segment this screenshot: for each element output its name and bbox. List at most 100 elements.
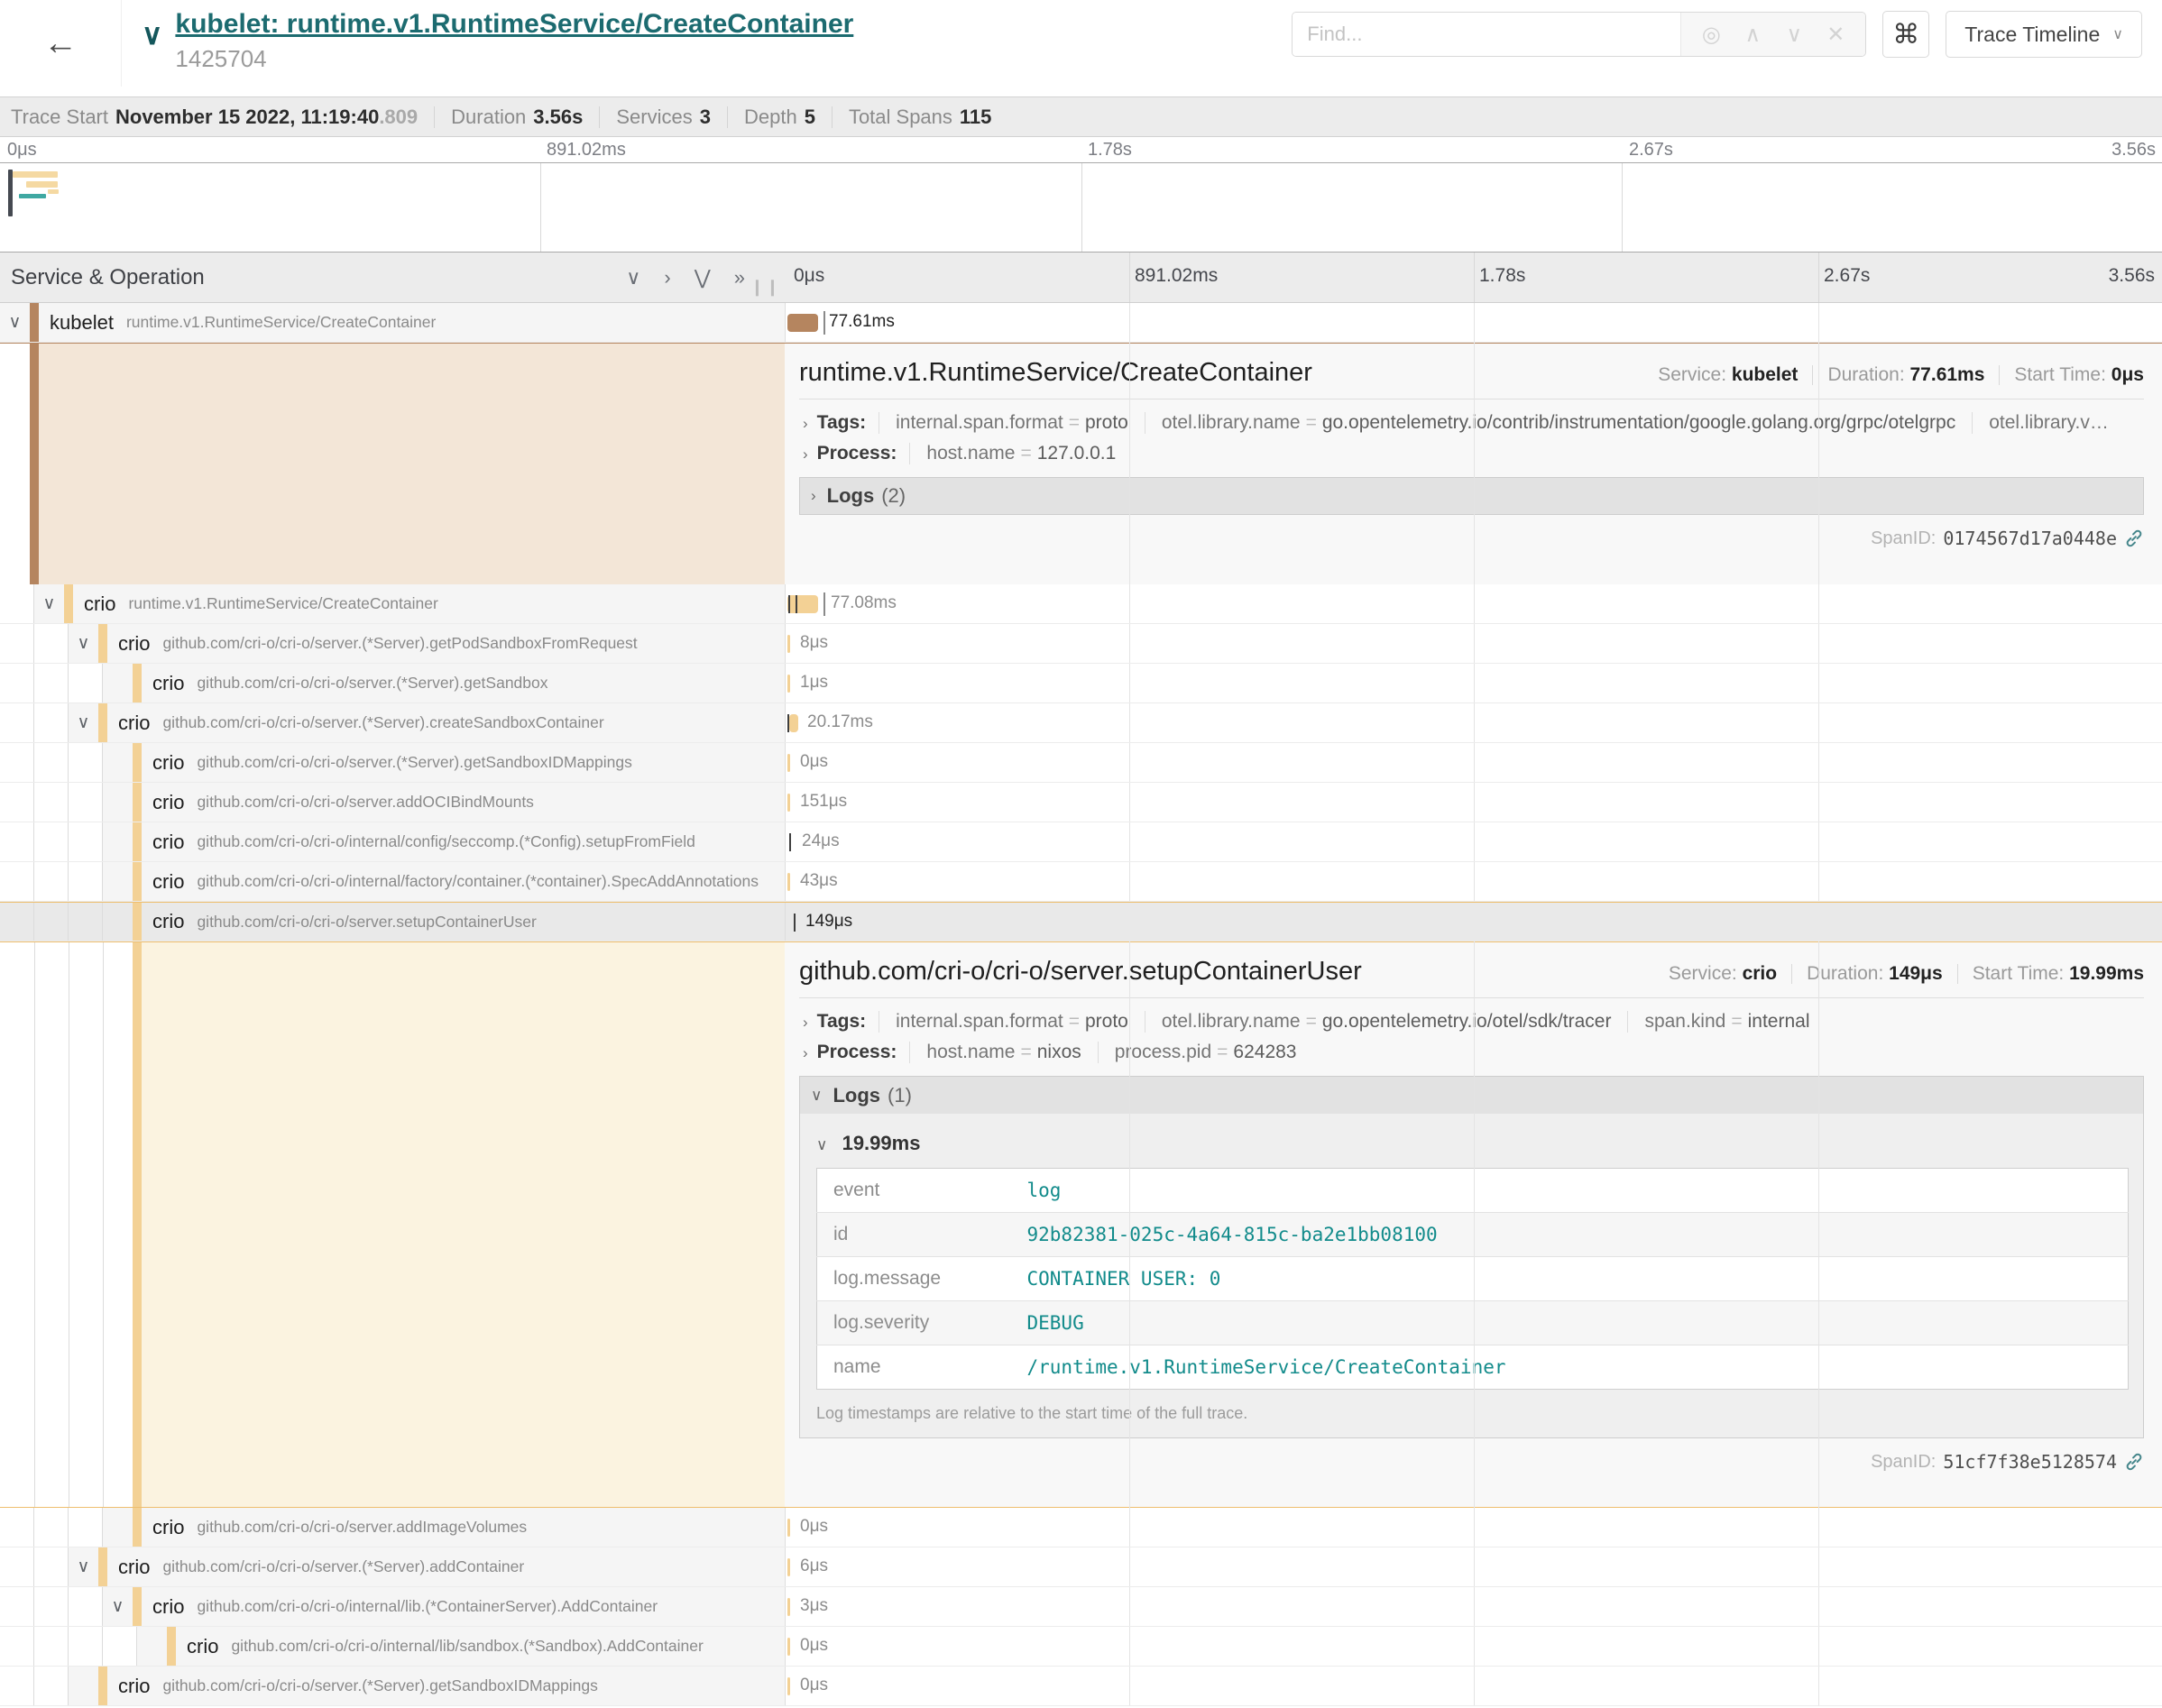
span-timeline-cell[interactable]: 151μs	[785, 783, 2162, 822]
span-row[interactable]: crio github.com/cri-o/cri-o/internal/fac…	[0, 862, 2162, 902]
expand-all-icon[interactable]: »	[734, 266, 745, 289]
span-bar[interactable]	[787, 1638, 790, 1656]
span-bar[interactable]	[789, 714, 798, 732]
tags-accordion[interactable]: › Tags: internal.span.format=proto otel.…	[799, 412, 2144, 434]
span-color-accent	[30, 303, 39, 342]
keyboard-shortcuts-button[interactable]: ⌘	[1882, 11, 1929, 58]
trace-minimap[interactable]	[0, 162, 2162, 253]
span-service-name: crio	[152, 672, 184, 695]
span-collapse-icon[interactable]: ∨	[34, 593, 64, 614]
span-timeline-cell[interactable]: 3μs	[785, 1587, 2162, 1626]
process-accordion[interactable]: › Process: host.name=nixos process.pid=6…	[799, 1042, 2144, 1063]
depth-label: Depth	[744, 106, 797, 129]
span-row[interactable]: ∨ crio runtime.v1.RuntimeService/CreateC…	[0, 584, 2162, 624]
link-icon[interactable]	[2124, 1452, 2144, 1472]
timeline-tick: 1.78s	[1479, 265, 1525, 287]
next-result-icon[interactable]: ∨	[1773, 22, 1815, 48]
span-operation-name: github.com/cri-o/cri-o/server.(*Server).…	[197, 674, 547, 693]
span-collapse-icon[interactable]: ∨	[69, 1556, 98, 1577]
span-color-accent	[133, 743, 142, 782]
span-timeline-cell[interactable]: 1μs	[785, 664, 2162, 702]
indent-guide	[34, 743, 69, 782]
span-bar[interactable]	[787, 595, 818, 613]
start-time-value: 19.99ms	[2069, 963, 2144, 985]
span-collapse-icon[interactable]: ∨	[69, 712, 98, 733]
indent-guide	[0, 664, 34, 702]
span-operation-name: runtime.v1.RuntimeService/CreateContaine…	[126, 313, 436, 332]
span-collapse-icon[interactable]: ∨	[0, 312, 30, 333]
span-timeline-cell[interactable]: 8μs	[785, 624, 2162, 663]
span-bar[interactable]	[787, 1519, 790, 1537]
indent-guide	[69, 1587, 103, 1626]
span-bar[interactable]	[787, 1598, 790, 1616]
chevron-down-icon: ∨	[2112, 25, 2123, 43]
expand-one-icon[interactable]: ›	[664, 266, 670, 289]
log-entry-toggle[interactable]: ∨ 19.99ms	[816, 1132, 2127, 1155]
span-bar[interactable]	[787, 794, 790, 812]
span-collapse-icon[interactable]: ∨	[69, 633, 98, 654]
span-timeline-cell[interactable]: 0μs	[785, 1508, 2162, 1547]
span-operation-name: github.com/cri-o/cri-o/internal/config/s…	[197, 832, 695, 851]
log-entry-time: 19.99ms	[842, 1132, 921, 1154]
span-timeline-cell[interactable]: 43μs	[785, 862, 2162, 901]
span-row[interactable]: ∨ crio github.com/cri-o/cri-o/internal/l…	[0, 1587, 2162, 1627]
collapse-one-icon[interactable]: ∨	[626, 266, 640, 289]
span-timeline-cell[interactable]: 0μs	[785, 743, 2162, 782]
span-timeline-cell[interactable]: 20.17ms	[785, 703, 2162, 742]
span-row[interactable]: crio github.com/cri-o/cri-o/internal/lib…	[0, 1627, 2162, 1667]
span-row[interactable]: ∨ crio github.com/cri-o/cri-o/server.(*S…	[0, 1547, 2162, 1587]
indent-guide	[34, 1547, 69, 1586]
span-duration-label: 0μs	[800, 1517, 828, 1537]
column-resize-handle[interactable]: ❙❙	[750, 278, 781, 297]
span-row[interactable]: crio github.com/cri-o/cri-o/server.(*Ser…	[0, 664, 2162, 703]
span-row[interactable]: crio github.com/cri-o/cri-o/server.addOC…	[0, 783, 2162, 822]
span-row[interactable]: crio github.com/cri-o/cri-o/server.addIm…	[0, 1508, 2162, 1547]
span-timeline-cell[interactable]: 24μs	[785, 822, 2162, 861]
indent-guide	[0, 1667, 34, 1705]
span-row[interactable]: crio github.com/cri-o/cri-o/server.(*Ser…	[0, 1667, 2162, 1706]
span-row[interactable]: ∨ crio github.com/cri-o/cri-o/server.(*S…	[0, 624, 2162, 664]
span-bar[interactable]	[787, 873, 790, 891]
logs-accordion[interactable]: › Logs (2)	[799, 477, 2144, 515]
span-bar[interactable]	[787, 675, 790, 693]
span-row[interactable]: crio github.com/cri-o/cri-o/server.setup…	[0, 902, 2162, 941]
trace-title-link[interactable]: kubelet: runtime.v1.RuntimeService/Creat…	[175, 7, 853, 41]
back-button[interactable]: ←	[0, 0, 122, 87]
locate-icon[interactable]: ◎	[1690, 22, 1732, 48]
span-bar[interactable]	[787, 314, 818, 332]
span-color-accent	[133, 862, 142, 901]
table-row: log.messageCONTAINER USER: 0	[817, 1257, 2129, 1301]
logs-accordion[interactable]: ∨ Logs (1)	[799, 1076, 2144, 1114]
process-accordion[interactable]: › Process: host.name=127.0.0.1	[799, 443, 2144, 464]
prev-result-icon[interactable]: ∧	[1732, 22, 1773, 48]
span-timeline-cell[interactable]: 77.08ms	[785, 584, 2162, 623]
span-timeline-cell[interactable]: 77.61ms	[785, 303, 2162, 342]
span-timeline-cell[interactable]: 0μs	[785, 1627, 2162, 1666]
span-bar[interactable]	[787, 1677, 790, 1695]
span-row[interactable]: crio github.com/cri-o/cri-o/internal/con…	[0, 822, 2162, 862]
indent-guide	[34, 1508, 69, 1547]
tags-accordion[interactable]: › Tags: internal.span.format=proto otel.…	[799, 1011, 2144, 1033]
span-bar[interactable]	[787, 754, 790, 772]
find-input[interactable]	[1293, 13, 1680, 56]
tag-pair: internal.span.format=proto	[879, 412, 1145, 434]
span-row[interactable]: ∨ kubelet runtime.v1.RuntimeService/Crea…	[0, 303, 2162, 343]
span-bar[interactable]	[787, 635, 790, 653]
collapse-all-icon[interactable]: ⋁	[695, 266, 711, 289]
link-icon[interactable]	[2124, 528, 2144, 548]
spanid-label: SpanID:	[1871, 1452, 1936, 1473]
indent-guide	[0, 1627, 34, 1666]
span-row[interactable]: ∨ crio github.com/cri-o/cri-o/server.(*S…	[0, 703, 2162, 743]
span-bar[interactable]	[787, 1558, 790, 1576]
service-value: crio	[1743, 963, 1778, 985]
clear-search-icon[interactable]: ✕	[1815, 22, 1856, 48]
span-collapse-icon[interactable]: ∨	[103, 1596, 133, 1617]
span-duration-label: 6μs	[800, 1556, 828, 1576]
span-color-accent	[133, 1508, 142, 1547]
span-timeline-cell[interactable]: 0μs	[785, 1667, 2162, 1705]
span-row[interactable]: crio github.com/cri-o/cri-o/server.(*Ser…	[0, 743, 2162, 783]
trace-view-selector[interactable]: Trace Timeline ∨	[1946, 11, 2142, 58]
trace-header-collapse-icon[interactable]: ∨	[142, 20, 162, 49]
span-timeline-cell[interactable]: 149μs	[785, 903, 2162, 941]
span-timeline-cell[interactable]: 6μs	[785, 1547, 2162, 1586]
